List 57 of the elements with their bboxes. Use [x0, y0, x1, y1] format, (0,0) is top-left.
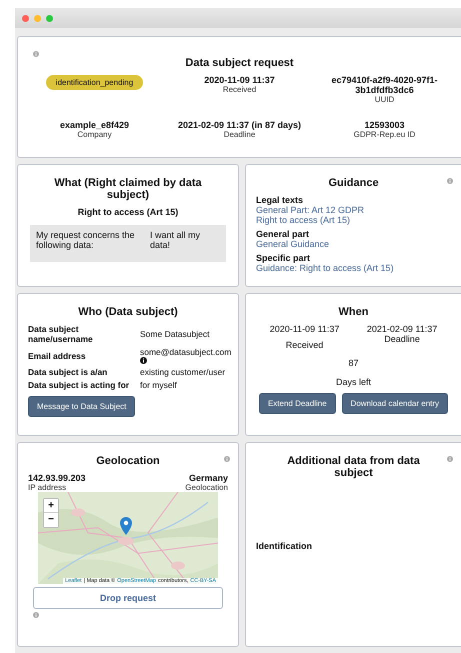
field-value: Some Datasubject: [140, 329, 210, 339]
field-label: IP address: [28, 483, 68, 492]
field-label: Data subject name/username: [28, 324, 94, 344]
question-text: My request concerns the following data:: [36, 230, 136, 250]
field-value: 12593003: [364, 120, 405, 130]
guidance-link[interactable]: Right to access (Art 15): [256, 215, 451, 225]
received-date: 2020-11-09 11:37: [270, 324, 340, 334]
card-title: Geolocation: [95, 455, 161, 467]
guidance-link[interactable]: General Guidance: [256, 239, 451, 249]
field-label: Data subject is acting for: [28, 380, 130, 390]
message-button[interactable]: Message to Data Subject: [28, 396, 136, 417]
field-label: Deadline: [224, 130, 256, 139]
deadline-label: Deadline: [384, 334, 420, 344]
deadline-date: 2021-02-09 11:37: [366, 324, 438, 334]
field-label: UUID: [374, 95, 394, 104]
card-title: Guidance: [327, 177, 380, 189]
country: Germany: [188, 473, 228, 483]
ip-address: 142.93.99.203: [28, 473, 86, 483]
section-label: Identification: [256, 541, 313, 551]
card-title: Data subject request: [184, 57, 295, 69]
field-label: Email address: [28, 350, 87, 360]
field-value: for myself: [140, 380, 178, 390]
action-button[interactable]: Download calendar entry: [342, 393, 448, 414]
section-heading: Legal texts: [256, 195, 304, 205]
answer-text: I want all my data!: [150, 230, 202, 250]
field-value: 2020-11-09 11:37: [204, 75, 275, 85]
days-count: 87: [347, 358, 360, 368]
field-value: 2021-02-09 11:37 (in 87 days): [178, 120, 302, 130]
minimize-button[interactable]: [34, 14, 41, 22]
field-label: Geolocation: [185, 483, 228, 492]
status-badge: identification_pending: [46, 75, 144, 90]
right-claimed: Right to access (Art 15): [76, 207, 180, 217]
card-title: What (Right claimed by data subject): [53, 177, 203, 201]
field-value: ec79410f-a2f9-4020-97f1-3b1dfdfb3dc6: [330, 75, 439, 95]
close-button[interactable]: [22, 14, 29, 22]
field-label: Data subject is a/an: [28, 367, 108, 377]
section-heading: Specific part: [256, 253, 312, 263]
field-label: Company: [77, 130, 112, 139]
info-icon[interactable]: [140, 357, 147, 364]
field-label: GDPR-Rep.eu ID: [354, 130, 416, 139]
zoom-in-button[interactable]: +: [44, 499, 58, 513]
card-title: Additional data from data subject: [286, 455, 421, 479]
guidance-link[interactable]: Guidance: Right to access (Art 15): [256, 263, 451, 273]
days-label: Days left: [334, 377, 372, 387]
drop-request-button[interactable]: Drop request: [33, 587, 223, 609]
section-heading: General part: [256, 229, 310, 239]
field-value: some@datasubject.com: [140, 347, 232, 357]
map-pin-icon[interactable]: [120, 517, 132, 535]
guidance-link[interactable]: General Part: Art 12 GDPR: [256, 205, 451, 215]
maximize-button[interactable]: [46, 14, 53, 22]
action-button[interactable]: Extend Deadline: [258, 393, 336, 414]
field-label: Received: [222, 85, 256, 94]
field-value: existing customer/user: [140, 367, 226, 377]
field-value: example_e8f429: [60, 120, 130, 130]
received-label: Received: [286, 340, 324, 350]
card-title: Who (Data subject): [77, 306, 179, 318]
card-title: When: [338, 306, 370, 318]
